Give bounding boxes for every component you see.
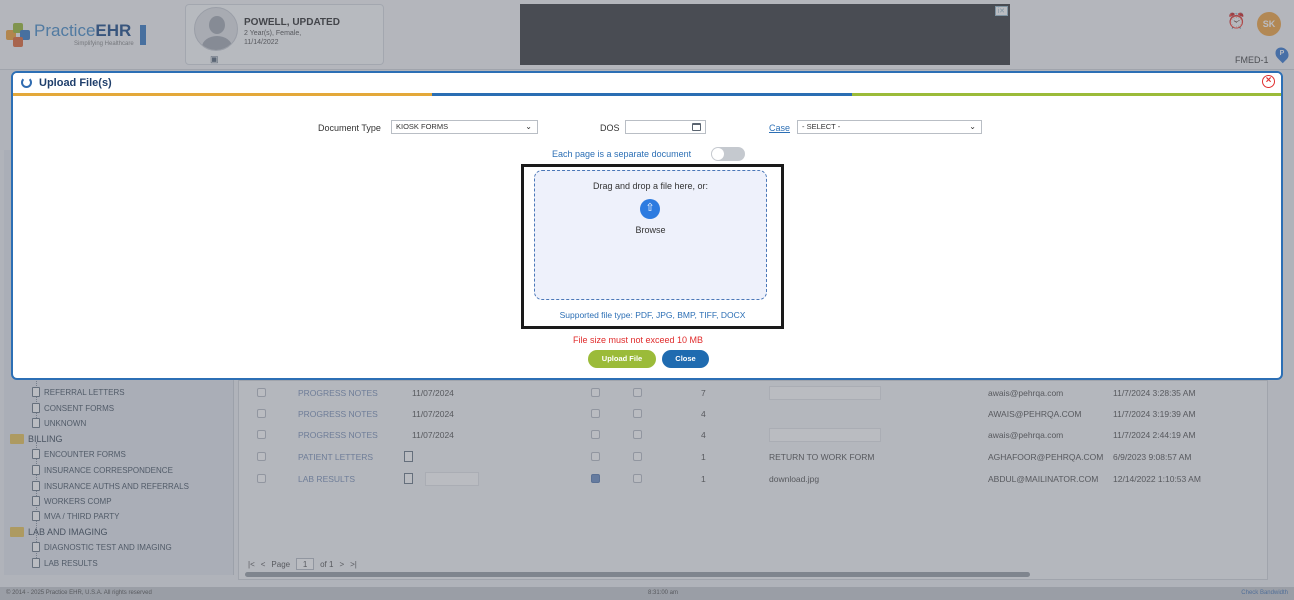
header-stripe-orange [13, 93, 432, 96]
chevron-down-icon: ⌄ [969, 122, 976, 131]
close-button[interactable]: Close [662, 350, 709, 368]
dos-label: DOS [600, 123, 620, 133]
upload-file-dialog: Upload File(s) × Document Type KIOSK FOR… [11, 71, 1283, 380]
dialog-header: Upload File(s) × [13, 73, 1281, 93]
refresh-icon [21, 77, 32, 88]
supported-file-types: Supported file type: PDF, JPG, BMP, TIFF… [559, 310, 746, 320]
header-stripe-blue [432, 93, 852, 96]
separate-document-label: Each page is a separate document [552, 149, 692, 159]
dos-date-input[interactable] [625, 120, 706, 134]
file-drop-zone[interactable]: Drag and drop a file here, or: ⇧ Browse [534, 170, 767, 300]
drop-zone-frame: Drag and drop a file here, or: ⇧ Browse … [521, 164, 784, 329]
file-size-warning: File size must not exceed 10 MB [573, 335, 704, 345]
calendar-icon[interactable] [692, 123, 701, 131]
upload-file-button[interactable]: Upload File [588, 350, 656, 368]
browse-button[interactable]: Browse [535, 225, 766, 235]
chevron-down-icon: ⌄ [525, 122, 532, 131]
upload-icon[interactable]: ⇧ [640, 199, 660, 219]
document-type-select[interactable]: KIOSK FORMS ⌄ [391, 120, 538, 134]
close-icon[interactable]: × [1262, 75, 1275, 88]
separate-document-toggle[interactable] [711, 147, 745, 161]
case-link[interactable]: Case [769, 123, 790, 133]
header-stripe-green [852, 93, 1281, 96]
dialog-title: Upload File(s) [39, 77, 112, 89]
document-type-label: Document Type [318, 123, 381, 133]
drop-instructions: Drag and drop a file here, or: [592, 181, 709, 191]
case-select[interactable]: - SELECT - ⌄ [797, 120, 982, 134]
